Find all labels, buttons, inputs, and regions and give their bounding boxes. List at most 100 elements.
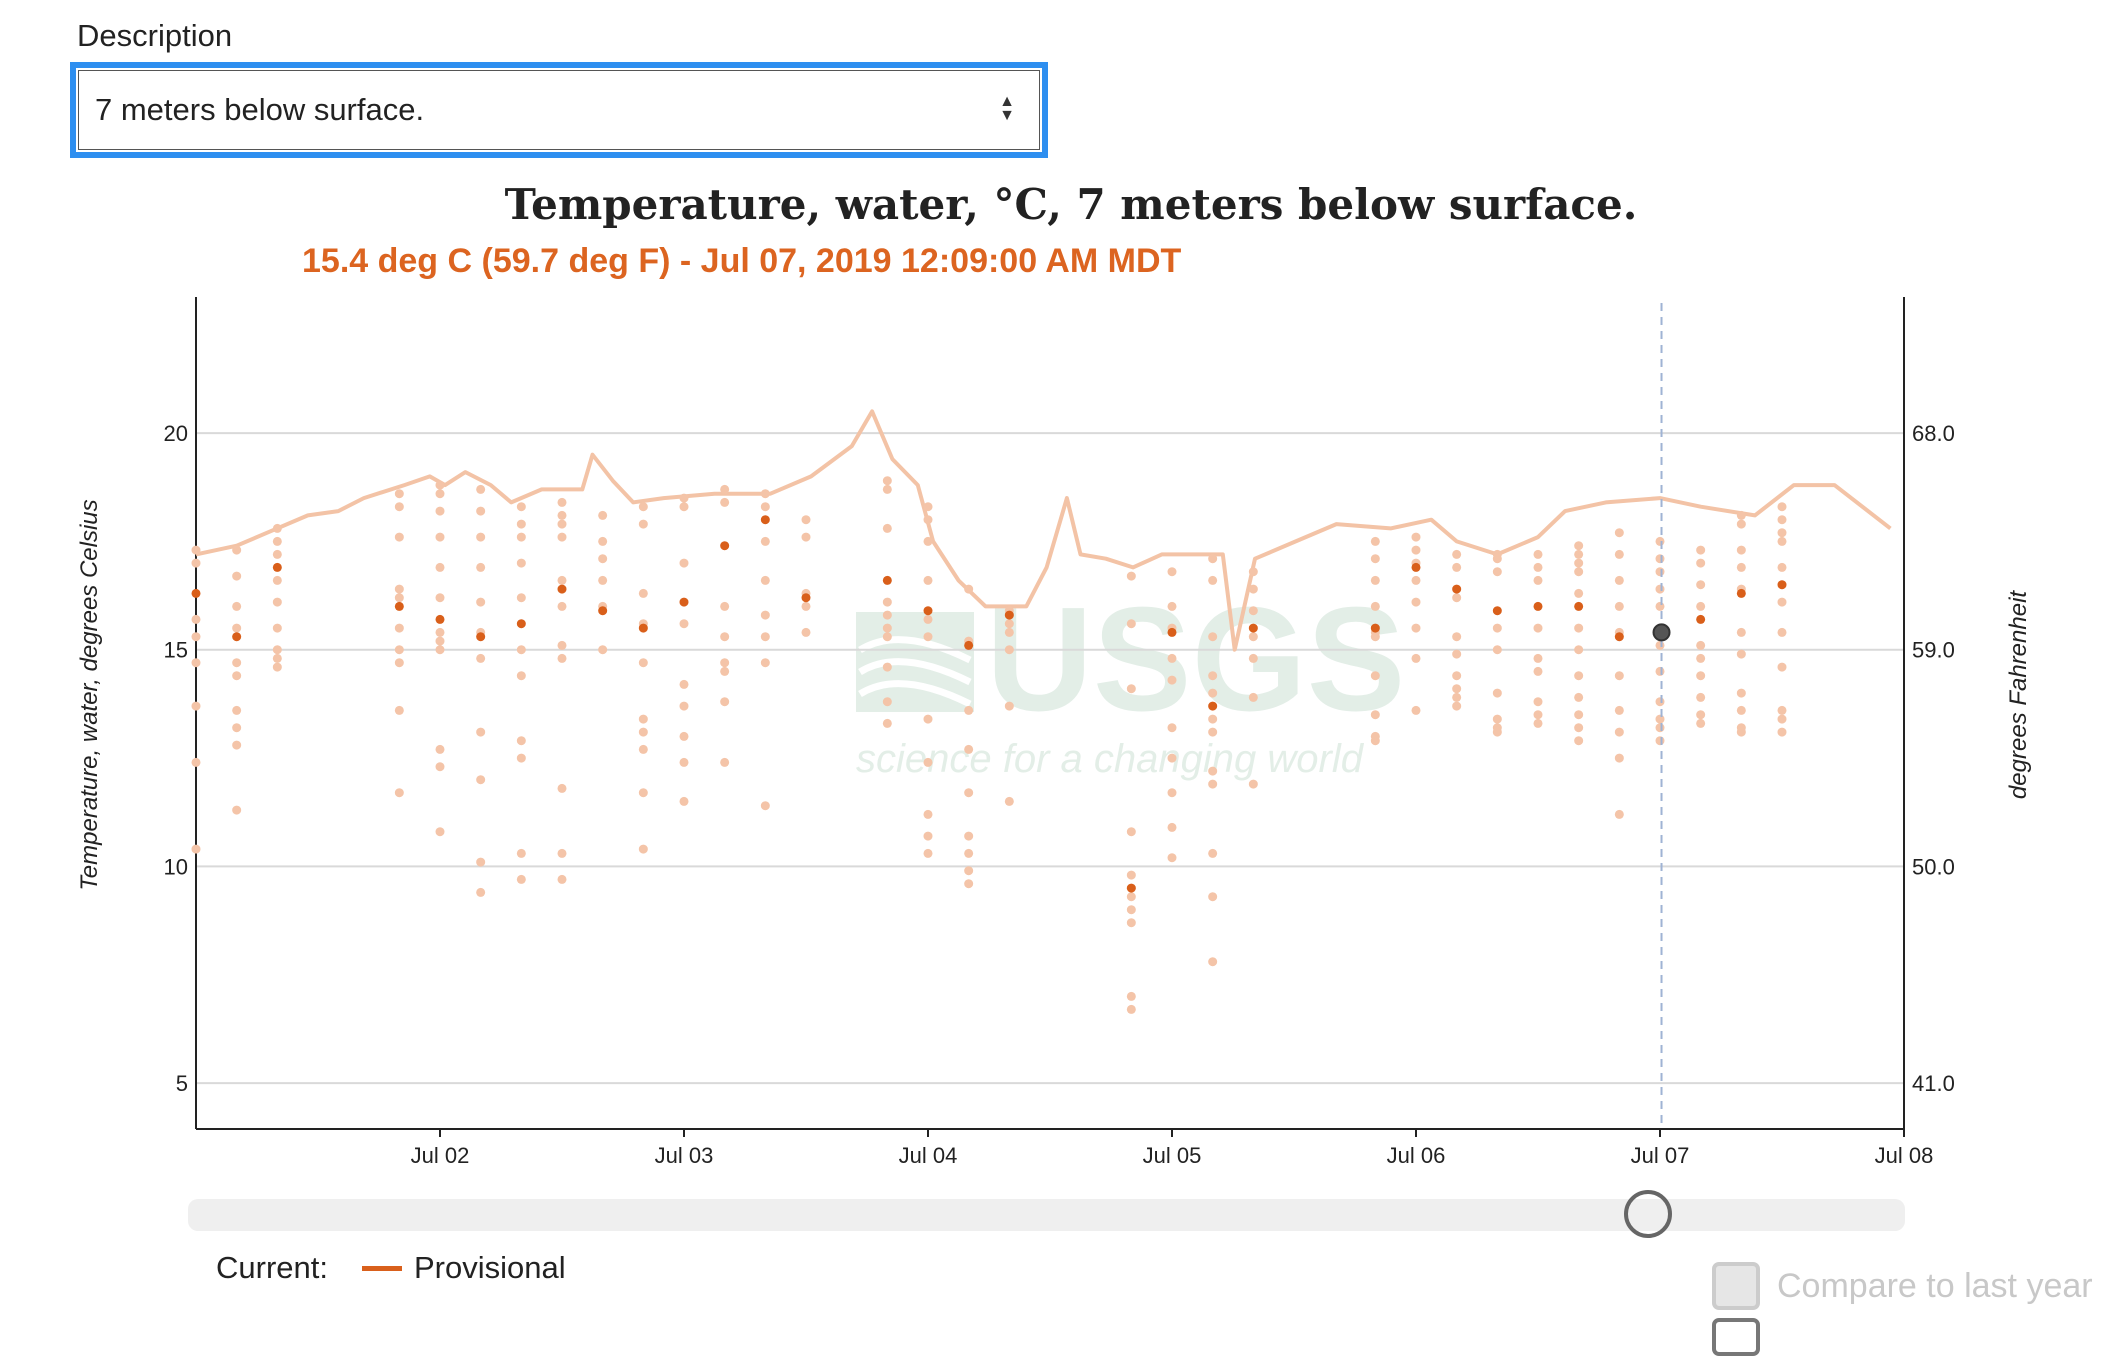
data-point (1696, 601, 1706, 611)
data-point (394, 489, 404, 499)
data-point (801, 515, 811, 525)
data-point (1574, 567, 1584, 577)
data-point (1777, 714, 1787, 724)
y-axis-label: Temperature, water, degrees Celsius (76, 499, 103, 890)
data-point (476, 484, 486, 494)
data-point (394, 645, 404, 655)
data-point (1452, 684, 1462, 694)
data-point (476, 857, 486, 867)
data-point (964, 848, 974, 858)
data-point (394, 502, 404, 512)
data-point-highlight (638, 623, 648, 633)
data-point (1452, 593, 1462, 603)
data-point (1533, 623, 1543, 633)
data-point (1126, 571, 1136, 581)
data-point-highlight (964, 640, 974, 650)
data-point (435, 627, 445, 637)
data-point (638, 727, 648, 737)
secondary-checkbox[interactable] (1712, 1318, 1760, 1356)
data-point (1126, 684, 1136, 694)
data-point-highlight (1411, 562, 1421, 572)
data-point (1411, 545, 1421, 555)
data-point (598, 554, 608, 564)
data-point (720, 757, 730, 767)
legend-current-label: Current: (216, 1250, 328, 1285)
hydrograph-chart[interactable]: USGS science for a changing world 5 41.0 1… (0, 0, 2106, 1326)
data-point (557, 653, 567, 663)
data-point (1370, 601, 1380, 611)
data-point (1777, 662, 1787, 672)
data-point (191, 558, 201, 568)
data-point-highlight (598, 606, 608, 616)
data-point (516, 736, 526, 746)
time-slider-thumb[interactable] (1624, 1190, 1672, 1238)
data-point (1208, 671, 1218, 681)
data-point (1492, 714, 1502, 724)
data-point-highlight (801, 593, 811, 603)
y-right-tick-label: 41.0 (1912, 1071, 1955, 1096)
data-point-highlight (1208, 701, 1218, 711)
data-point (1126, 991, 1136, 1001)
data-point (1248, 632, 1258, 642)
data-point (1208, 892, 1218, 902)
data-point (964, 744, 974, 754)
data-point (679, 502, 689, 512)
data-point (679, 731, 689, 741)
x-tick-label: Jul 02 (411, 1143, 470, 1168)
data-point (516, 753, 526, 763)
y-right-tick-label: 50.0 (1912, 854, 1955, 879)
data-point (760, 801, 770, 811)
data-point (1208, 779, 1218, 789)
data-point-highlight (882, 575, 892, 585)
compare-last-year-checkbox[interactable] (1712, 1262, 1760, 1310)
data-point (1452, 671, 1462, 681)
data-point (1736, 727, 1746, 737)
compare-last-year-toggle[interactable]: Compare to last year (1712, 1262, 2093, 1310)
data-point (882, 718, 892, 728)
data-point (1736, 649, 1746, 659)
compare-last-year-label: Compare to last year (1777, 1266, 2093, 1305)
data-point (1696, 558, 1706, 568)
x-tick-label: Jul 08 (1875, 1143, 1934, 1168)
data-point (1452, 649, 1462, 659)
data-point (476, 887, 486, 897)
data-point (272, 645, 282, 655)
data-point (1696, 640, 1706, 650)
data-point (1696, 653, 1706, 663)
data-point (1208, 632, 1218, 642)
data-point (1411, 653, 1421, 663)
data-point (1533, 575, 1543, 585)
data-point (516, 874, 526, 884)
data-point-highlight (272, 562, 282, 572)
data-point (1004, 627, 1014, 637)
data-point (1492, 688, 1502, 698)
data-point (1777, 536, 1787, 546)
data-point-highlight (557, 584, 567, 594)
data-point (232, 601, 242, 611)
data-point-highlight (1696, 614, 1706, 624)
data-point (1614, 549, 1624, 559)
data-point (1126, 1004, 1136, 1014)
data-point (394, 584, 404, 594)
data-point (679, 679, 689, 689)
data-point (598, 510, 608, 520)
data-point (1614, 753, 1624, 763)
data-point (1452, 632, 1462, 642)
data-point (516, 848, 526, 858)
data-point (1126, 827, 1136, 837)
data-point (1777, 705, 1787, 715)
data-point (1411, 575, 1421, 585)
data-point (1655, 554, 1665, 564)
legend-provisional-swatch (361, 1265, 402, 1271)
data-point-highlight (1452, 584, 1462, 594)
data-point (1208, 766, 1218, 776)
data-point (598, 645, 608, 655)
data-point (1655, 666, 1665, 676)
data-point-highlight (1614, 632, 1624, 642)
data-point (598, 575, 608, 585)
data-point (1696, 671, 1706, 681)
y-right-tick-label: 68.0 (1912, 421, 1955, 446)
data-point (1655, 736, 1665, 746)
data-point (435, 593, 445, 603)
data-point-highlight (1004, 610, 1014, 620)
